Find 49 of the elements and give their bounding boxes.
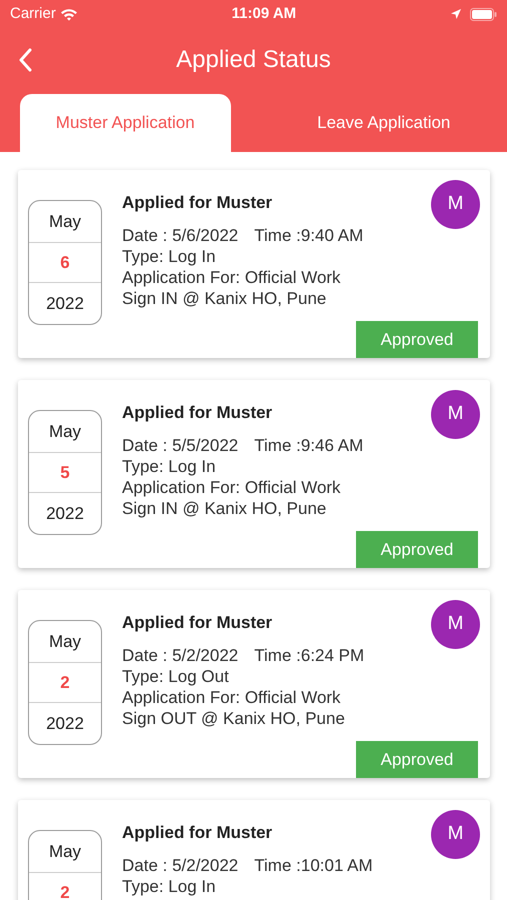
status-time: 11:09 AM [232,4,296,24]
date-day: 2 [29,872,101,900]
application-type: Type: Log Out [122,666,230,687]
date-year: 2022 [45,292,85,315]
application-date: Date : 5/5/2022 [122,435,238,456]
location-arrow-icon [450,8,462,20]
avatar: M [431,600,480,649]
application-type: Type: Log In [122,456,217,477]
application-type: Type: Log In [122,246,217,267]
avatar: M [431,810,480,859]
avatar: M [431,390,480,439]
battery-icon [470,8,497,20]
application-purpose: Application For: Official Work [122,267,342,288]
status-button[interactable]: Approved [356,531,478,568]
application-title: Applied for Muster [122,822,274,843]
date-day: 2 [29,662,101,703]
tab[interactable]: Muster Application [20,94,230,152]
status-button[interactable]: Approved [356,321,478,358]
application-time: Time :9:46 AM [254,435,364,456]
application-date: Date : 5/2/2022 [122,645,238,666]
avatar: M [431,180,480,229]
wifi-icon [60,8,78,20]
application-type: Type: Log In [122,876,217,897]
screen-title: Applied Status [176,46,331,74]
application-date: Date : 5/2/2022 [122,855,238,876]
date-year: 2022 [45,502,85,525]
application-title: Applied for Muster [122,612,274,633]
application-date: Date : 5/6/2022 [122,225,238,246]
application-purpose: Application For: Official Work [122,687,342,708]
sign-location: Sign IN @ Kanix HO, Pune [122,288,328,309]
date-month: May [48,420,82,443]
application-time: Time :9:40 AM [254,225,364,246]
date-month: May [48,840,82,863]
application-title: Applied for Muster [122,192,274,213]
sign-location: Sign OUT @ Kanix HO, Pune [122,708,346,729]
carrier-name: Carrier [10,4,56,24]
date-day: 6 [29,242,101,283]
back-icon[interactable] [18,48,32,72]
date-month: May [48,630,82,653]
application-purpose: Application For: Official Work [122,477,342,498]
date-year: 2022 [45,712,85,735]
application-title: Applied for Muster [122,402,274,423]
status-button[interactable]: Approved [356,741,478,778]
application-time: Time :6:24 PM [254,645,364,666]
date-month: May [48,210,82,233]
date-day: 5 [29,452,101,493]
tab[interactable]: Leave Application [278,94,489,152]
application-time: Time :10:01 AM [254,855,373,876]
sign-location: Sign IN @ Kanix HO, Pune [122,498,328,519]
